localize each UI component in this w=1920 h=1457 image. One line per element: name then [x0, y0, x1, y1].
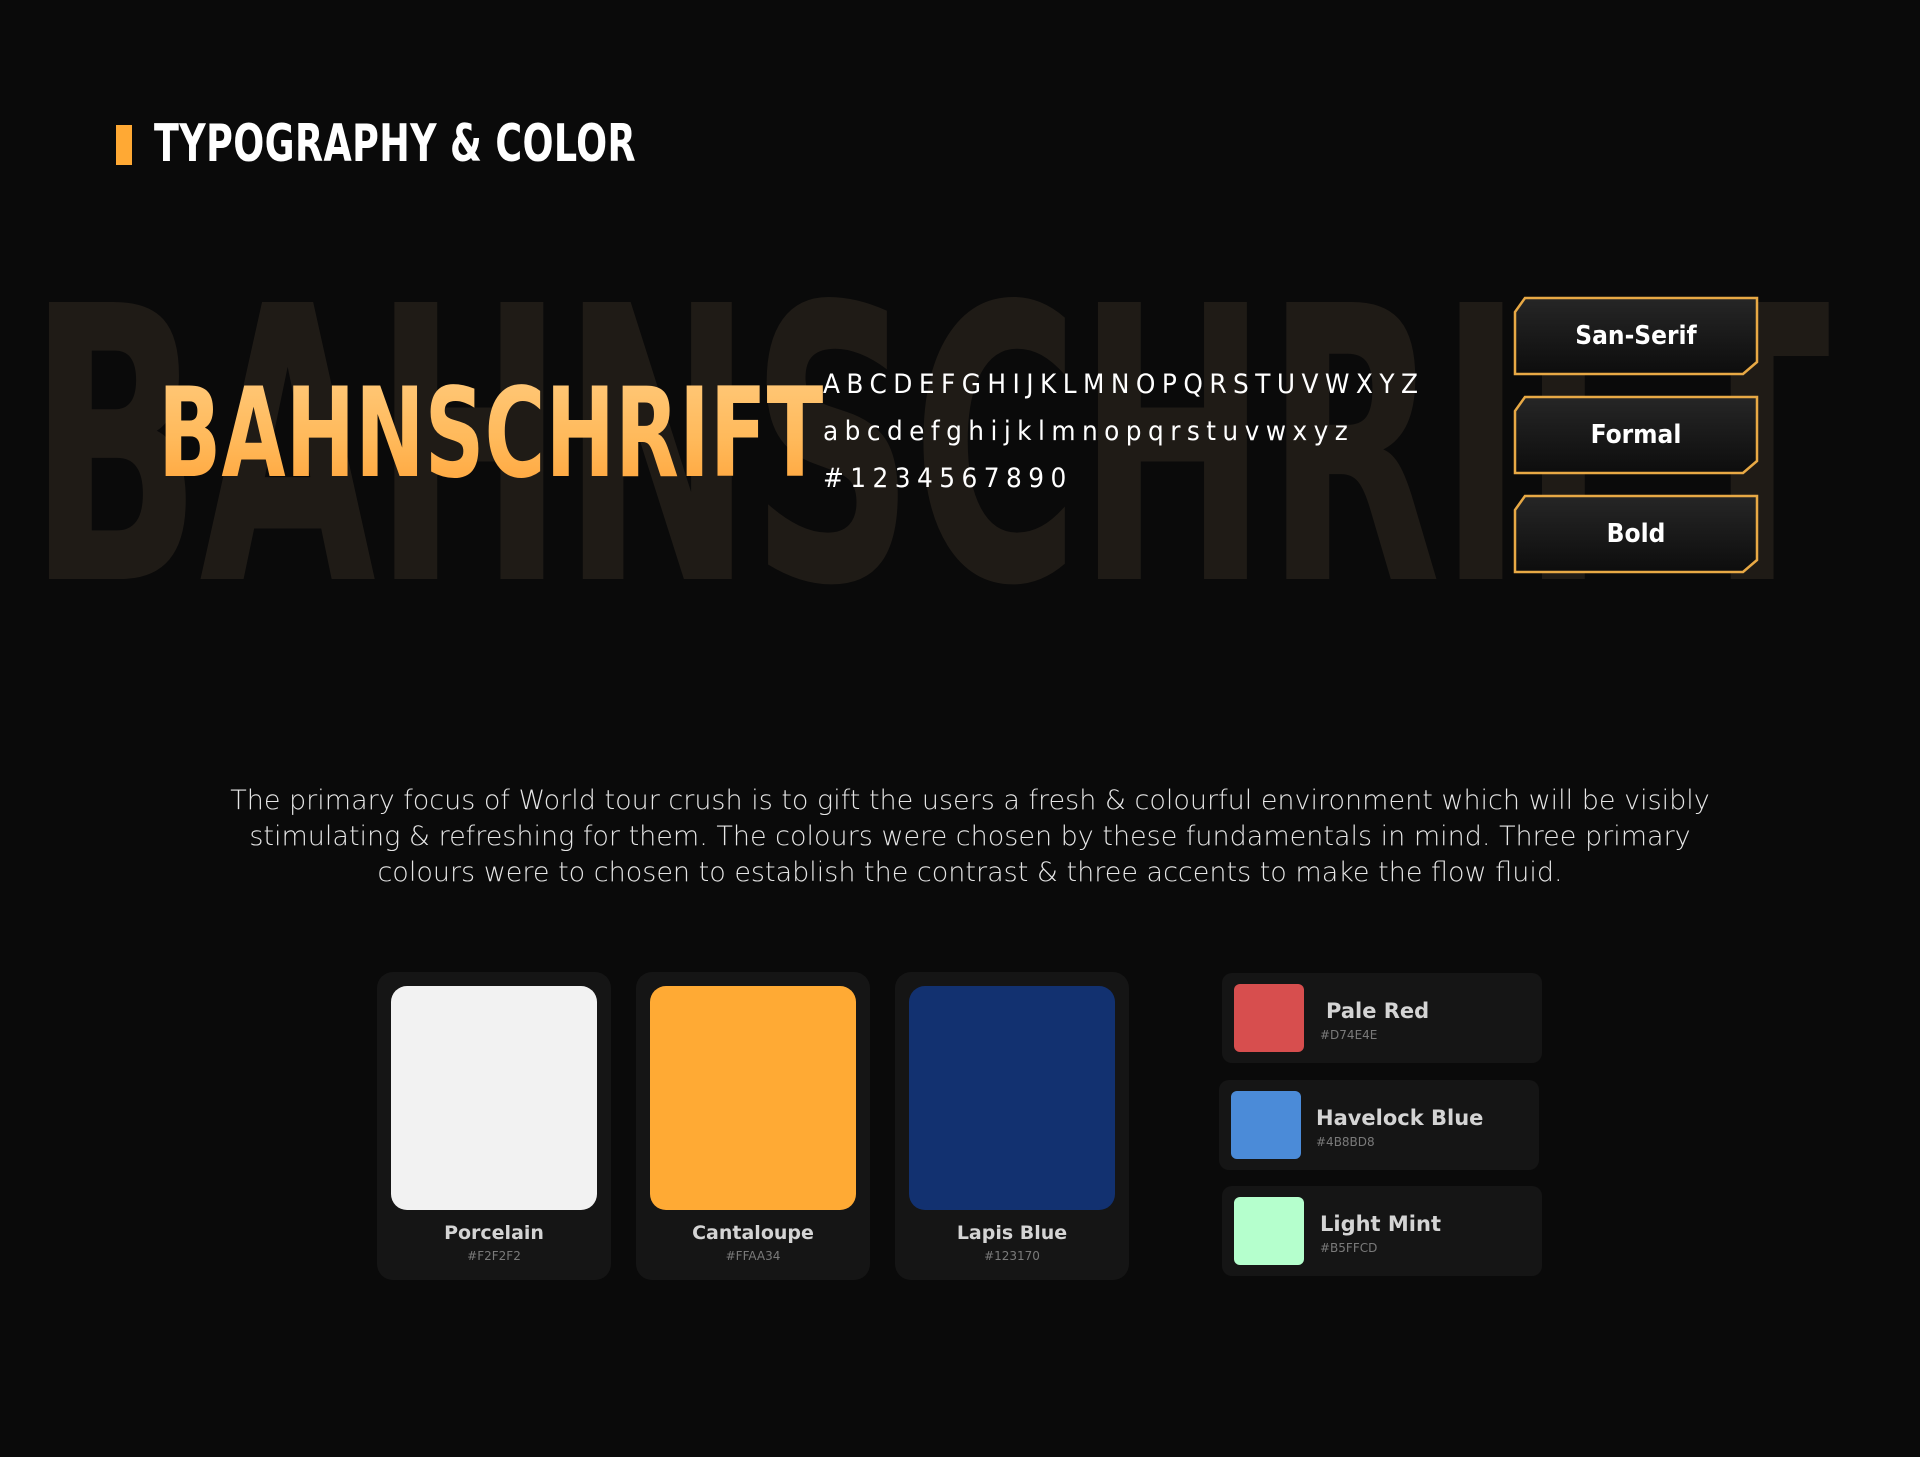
- primary-color-card: Cantaloupe #FFAA34: [636, 972, 870, 1280]
- accent-name: Havelock Blue: [1316, 1106, 1484, 1130]
- font-name-display: BAHNSCHRIFT: [158, 362, 824, 506]
- title-accent-bar: [116, 125, 132, 165]
- tag-sans-serif: San-Serif: [1513, 296, 1759, 376]
- page-title: TYPOGRAPHY & COLOR: [154, 114, 637, 174]
- primary-color-card: Porcelain #F2F2F2: [377, 972, 611, 1280]
- accent-swatch: [1234, 984, 1304, 1052]
- primary-color-card: Lapis Blue #123170: [895, 972, 1129, 1280]
- accent-color-card: Pale Red #D74E4E: [1222, 973, 1542, 1063]
- color-swatch: [391, 986, 597, 1210]
- tag-label: Bold: [1606, 519, 1666, 549]
- accent-swatch: [1231, 1091, 1301, 1159]
- alphabet-numbers: #1234567890: [823, 463, 1073, 494]
- accent-swatch: [1234, 1197, 1304, 1265]
- color-hex: #123170: [984, 1249, 1040, 1263]
- color-swatch: [909, 986, 1115, 1210]
- tag-label: Formal: [1590, 420, 1682, 450]
- color-hex: #F2F2F2: [467, 1249, 521, 1263]
- alphabet-lowercase: abcdefghijklmnopqrstuvwxyz: [823, 416, 1355, 447]
- color-name: Lapis Blue: [956, 1222, 1068, 1244]
- color-hex: #FFAA34: [725, 1249, 781, 1263]
- typography-color-page: BAHNSCHRIFT TYPOGRAPHY & COLOR BAHNSCHRI…: [0, 0, 1920, 1457]
- accent-name: Light Mint: [1320, 1212, 1441, 1236]
- accent-hex: #B5FFCD: [1320, 1241, 1378, 1255]
- tag-formal: Formal: [1513, 395, 1759, 475]
- accent-color-card: Havelock Blue #4B8BD8: [1219, 1080, 1539, 1170]
- accent-hex: #4B8BD8: [1316, 1135, 1375, 1149]
- color-name: Cantaloupe: [692, 1222, 814, 1244]
- tag-label: San-Serif: [1575, 321, 1697, 351]
- alphabet-uppercase: ABCDEFGHIJKLMNOPQRSTUVWXYZ: [823, 369, 1425, 400]
- accent-color-card: Light Mint #B5FFCD: [1222, 1186, 1542, 1276]
- accent-name: Pale Red: [1326, 999, 1430, 1023]
- color-swatch: [650, 986, 856, 1210]
- description-paragraph: The primary focus of World tour crush is…: [230, 785, 1710, 888]
- color-name: Porcelain: [444, 1222, 544, 1244]
- accent-hex: #D74E4E: [1320, 1028, 1378, 1042]
- tag-bold: Bold: [1513, 494, 1759, 574]
